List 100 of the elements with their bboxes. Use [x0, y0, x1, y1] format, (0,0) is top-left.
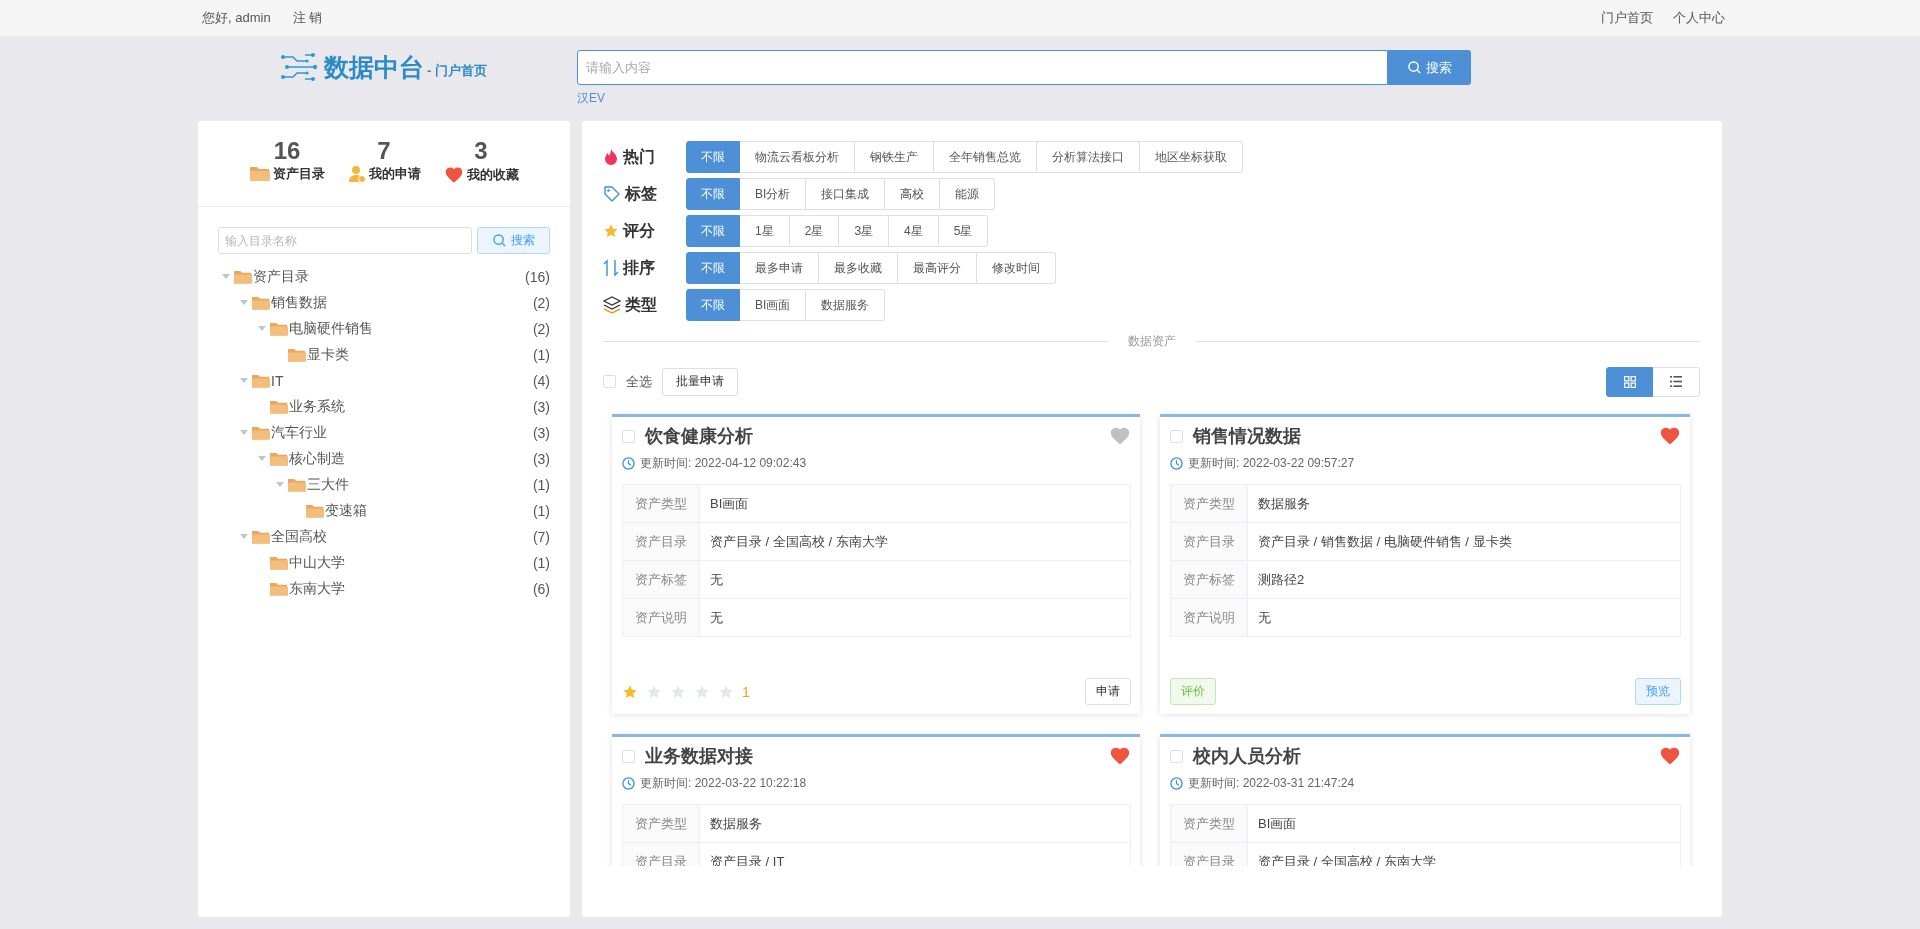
tree-node-label[interactable]: 东南大学	[289, 580, 345, 598]
update-time: 更新时间: 2022-04-12 09:02:43	[640, 454, 807, 472]
apply-button[interactable]: 申请	[1085, 678, 1131, 705]
tree-node-label[interactable]: 汽车行业	[271, 424, 327, 442]
filter-option[interactable]: 高校	[885, 178, 941, 210]
field-label: 资产类型	[623, 805, 700, 842]
filter-option[interactable]: 最高评分	[898, 252, 977, 284]
heart-icon[interactable]	[1659, 745, 1681, 767]
search-input[interactable]: 请输入内容	[577, 50, 1388, 85]
select-all-label[interactable]: 全选	[626, 372, 652, 391]
batch-apply-button[interactable]: 批量申请	[662, 367, 738, 396]
tree-node-label[interactable]: 全国高校	[271, 528, 327, 546]
filter-option[interactable]: 最多申请	[740, 252, 819, 284]
item-count: (2)	[532, 295, 550, 311]
asset-title[interactable]: 业务数据对接	[645, 744, 1099, 768]
field-label: 资产标签	[623, 561, 700, 598]
checkbox[interactable]	[622, 429, 635, 443]
filled-star-icon	[622, 684, 638, 700]
item-count: (2)	[532, 321, 550, 337]
item-count: (1)	[532, 503, 550, 519]
tree-node-label[interactable]: 中山大学	[289, 554, 345, 572]
item-count: (1)	[532, 555, 550, 571]
field-value: BI画面	[1257, 814, 1297, 833]
filter-option[interactable]: 修改时间	[977, 252, 1056, 284]
star-icon	[603, 223, 619, 239]
tree-node-label[interactable]: 电脑硬件销售	[289, 320, 373, 338]
filter-option[interactable]: 分析算法接口	[1037, 141, 1140, 173]
heart-icon[interactable]	[1109, 745, 1131, 767]
star-rating[interactable]	[622, 684, 734, 700]
field-label: 资产目录	[623, 523, 700, 560]
heart-icon[interactable]	[1659, 425, 1681, 447]
field-value: 无	[1257, 608, 1271, 627]
tree-node-label[interactable]: 资产目录	[253, 268, 309, 286]
checkbox[interactable]	[1170, 749, 1183, 763]
stat-label[interactable]: 资产目录	[272, 165, 325, 183]
checkbox[interactable]	[1170, 429, 1183, 443]
folder-icon	[288, 347, 306, 363]
filter-option[interactable]: 数据服务	[806, 289, 886, 321]
filter-option[interactable]: 最多收藏	[819, 252, 898, 284]
folder-icon	[249, 166, 270, 182]
stat-label[interactable]: 我的收藏	[466, 166, 519, 184]
tree-node-label[interactable]: 显卡类	[307, 346, 349, 364]
field-value: 数据服务	[1257, 494, 1310, 513]
tree-node-label[interactable]: 变速箱	[325, 502, 367, 520]
asset-title[interactable]: 校内人员分析	[1193, 744, 1649, 768]
layers-icon	[603, 296, 621, 314]
field-value: 资产目录 / 销售数据 / 电脑硬件销售 / 显卡类	[1257, 532, 1512, 551]
stat-count: 16	[273, 137, 301, 165]
stat-label[interactable]: 我的申请	[368, 165, 421, 183]
folder-icon	[270, 555, 288, 571]
asset-title[interactable]: 销售情况数据	[1193, 424, 1649, 448]
nav-link[interactable]: 个人中心	[1673, 9, 1725, 27]
item-count: (7)	[532, 529, 550, 545]
tree-node-label[interactable]: 核心制造	[289, 450, 345, 468]
nav-link[interactable]: 门户首页	[1601, 9, 1653, 27]
flame-icon	[603, 148, 619, 166]
folder-icon	[252, 373, 270, 389]
logout-link[interactable]: 注 销	[292, 9, 323, 27]
greeting-text: 您好, admin	[202, 9, 271, 27]
item-count: (3)	[532, 399, 550, 415]
item-count: (1)	[532, 347, 550, 363]
asset-title[interactable]: 饮食健康分析	[645, 424, 1099, 448]
field-label: 资产说明	[1171, 599, 1248, 636]
empty-star-icon	[670, 684, 686, 700]
stat-count: 3	[474, 137, 488, 165]
list-view-button[interactable]	[1653, 366, 1700, 397]
grid-view-button[interactable]	[1606, 366, 1653, 397]
field-value: 测路径2	[1257, 570, 1305, 589]
field-value: 数据服务	[709, 814, 762, 833]
list-icon	[1670, 376, 1682, 387]
filter-option[interactable]: 接口集成	[806, 178, 886, 210]
filter-option[interactable]: BI分析	[740, 178, 807, 210]
clock-icon	[622, 776, 635, 790]
filter-option[interactable]: BI画面	[740, 289, 807, 321]
field-label: 资产目录	[1171, 523, 1248, 560]
filter-option[interactable]: 3星	[839, 215, 890, 247]
filter-option[interactable]: 钢铁生产	[855, 141, 934, 173]
filter-option[interactable]: 1星	[740, 215, 790, 247]
clock-icon	[622, 456, 635, 470]
tree-node-label[interactable]: IT	[271, 373, 284, 389]
checkbox[interactable]	[622, 749, 635, 763]
tree-node-label[interactable]: 销售数据	[271, 294, 327, 312]
filter-option[interactable]: 2星	[789, 215, 840, 247]
filter-option[interactable]: 5星	[938, 215, 989, 247]
tree-node-label[interactable]: 三大件	[307, 476, 349, 494]
folder-icon	[234, 269, 252, 285]
empty-star-icon	[694, 684, 710, 700]
filter-option[interactable]: 物流云看板分析	[740, 141, 855, 173]
update-time: 更新时间: 2022-03-31 21:47:24	[1188, 774, 1355, 792]
item-count: (3)	[532, 451, 550, 467]
heart-icon[interactable]	[1109, 425, 1131, 447]
update-time: 更新时间: 2022-03-22 09:57:27	[1188, 454, 1355, 472]
filter-option[interactable]: 能源	[940, 178, 996, 210]
filter-option[interactable]: 4星	[889, 215, 939, 247]
tree-node-label[interactable]: 业务系统	[289, 398, 345, 416]
item-count: (6)	[532, 581, 550, 597]
filter-option[interactable]: 全年销售总览	[934, 141, 1037, 173]
checkbox[interactable]	[603, 375, 616, 388]
catalog-search-input[interactable]: 输入目录名称	[218, 227, 472, 254]
filter-option[interactable]: 地区坐标获取	[1140, 141, 1243, 173]
